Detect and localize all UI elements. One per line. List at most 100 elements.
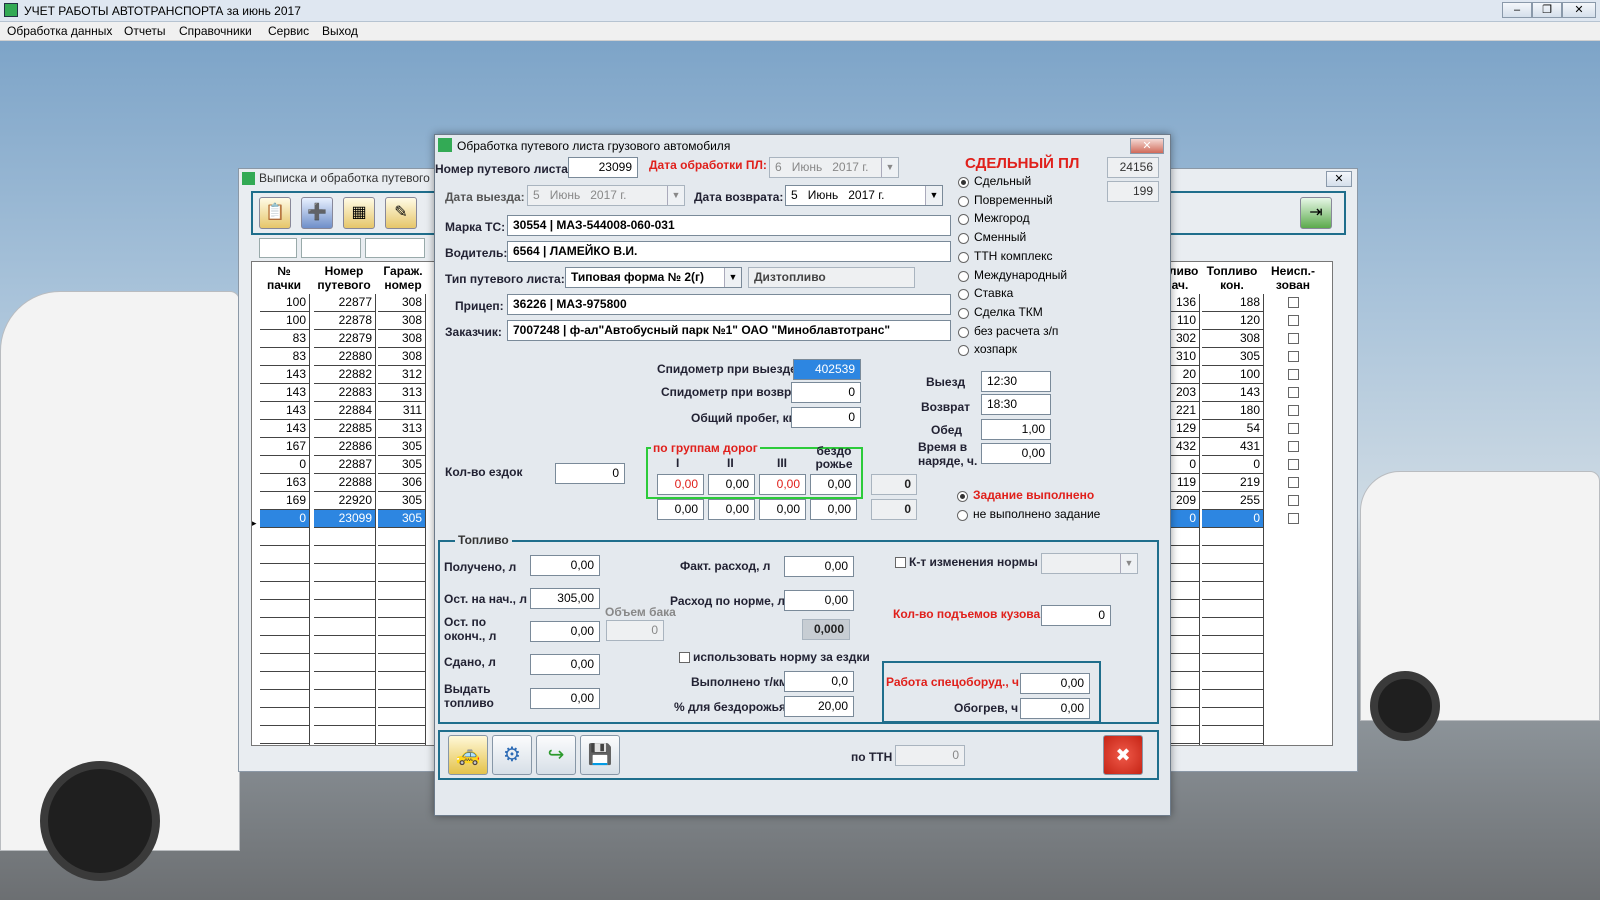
table-cell-gar[interactable]: 305 bbox=[378, 456, 426, 474]
norm-consumption-field[interactable]: 0,00 bbox=[784, 590, 854, 611]
unused-checkbox[interactable] bbox=[1288, 387, 1299, 398]
table-cell-num[interactable]: 22885 bbox=[314, 420, 376, 438]
table-cell-pack[interactable]: 143 bbox=[260, 366, 310, 384]
table-cell-fe[interactable]: 0 bbox=[1202, 510, 1264, 528]
road2-g4-field[interactable]: 0,00 bbox=[810, 499, 857, 520]
cancel-close-icon[interactable]: ✖ bbox=[1103, 735, 1143, 775]
table-cell-pack[interactable]: 83 bbox=[260, 348, 310, 366]
table-cell-gar[interactable]: 313 bbox=[378, 420, 426, 438]
table-cell-fe[interactable]: 305 bbox=[1202, 348, 1264, 366]
pay-type-radio[interactable] bbox=[958, 214, 969, 226]
save-icon[interactable]: 💾 bbox=[580, 735, 620, 775]
task-done-radio[interactable] bbox=[957, 491, 968, 502]
table-cell-fe[interactable]: 255 bbox=[1202, 492, 1264, 510]
table-cell-num[interactable]: 22884 bbox=[314, 402, 376, 420]
add-record-icon[interactable]: ➕ bbox=[301, 197, 333, 229]
table-cell-pack[interactable]: 83 bbox=[260, 330, 310, 348]
body-lifts-field[interactable]: 0 bbox=[1041, 605, 1111, 626]
menu-reports[interactable]: Отчеты bbox=[124, 24, 165, 38]
out-time-field[interactable]: 12:30 bbox=[981, 371, 1051, 392]
menu-exit[interactable]: Выход bbox=[322, 24, 358, 38]
table-cell-num[interactable]: 23099 bbox=[314, 510, 376, 528]
unused-checkbox[interactable] bbox=[1288, 315, 1299, 326]
unused-checkbox[interactable] bbox=[1288, 333, 1299, 344]
proc-date-field[interactable]: 6 Июнь 2017 г. ▼ bbox=[769, 157, 899, 178]
pay-type-radio[interactable] bbox=[958, 177, 969, 188]
menu-data-processing[interactable]: Обработка данных bbox=[7, 24, 112, 38]
table-cell-gar[interactable]: 313 bbox=[378, 384, 426, 402]
unused-checkbox[interactable] bbox=[1288, 477, 1299, 488]
clipboard-add-icon[interactable]: 📋 bbox=[259, 197, 291, 229]
table-cell-fe[interactable]: 120 bbox=[1202, 312, 1264, 330]
unused-checkbox[interactable] bbox=[1288, 405, 1299, 416]
table-cell-num[interactable]: 22886 bbox=[314, 438, 376, 456]
table-cell-fe[interactable]: 431 bbox=[1202, 438, 1264, 456]
filter-field[interactable] bbox=[301, 238, 361, 258]
table-cell-pack[interactable]: 143 bbox=[260, 420, 310, 438]
return-arrow-icon[interactable]: ↪ bbox=[536, 735, 576, 775]
table-cell-pack[interactable]: 100 bbox=[260, 312, 310, 330]
unused-checkbox[interactable] bbox=[1288, 351, 1299, 362]
table-cell-gar[interactable]: 308 bbox=[378, 312, 426, 330]
unused-checkbox[interactable] bbox=[1288, 495, 1299, 506]
table-cell-gar[interactable]: 308 bbox=[378, 330, 426, 348]
speedo-ret-field[interactable]: 0 bbox=[791, 382, 861, 403]
taxi-icon[interactable]: 🚕 bbox=[448, 735, 488, 775]
road2-g2-field[interactable]: 0,00 bbox=[708, 499, 755, 520]
table-cell-fe[interactable]: 219 bbox=[1202, 474, 1264, 492]
chevron-down-icon[interactable]: ▼ bbox=[1120, 554, 1137, 573]
actual-consumption-field[interactable]: 0,00 bbox=[784, 556, 854, 577]
unused-checkbox[interactable] bbox=[1288, 423, 1299, 434]
vehicle-field[interactable]: 30554 | МАЗ-544008-060-031 bbox=[507, 215, 951, 236]
close-list-button[interactable]: ✕ bbox=[1326, 171, 1352, 187]
issue-fuel-field[interactable]: 0,00 bbox=[530, 688, 600, 709]
chevron-down-icon[interactable]: ▼ bbox=[881, 158, 898, 177]
table-cell-fe[interactable]: 180 bbox=[1202, 402, 1264, 420]
pay-type-radio[interactable] bbox=[958, 307, 969, 319]
table-cell-num[interactable]: 22920 bbox=[314, 492, 376, 510]
special-equipment-field[interactable]: 0,00 bbox=[1020, 673, 1090, 694]
waybill-num-field[interactable]: 23099 bbox=[568, 157, 638, 178]
table-cell-num[interactable]: 22888 bbox=[314, 474, 376, 492]
edit-icon[interactable]: ✎ bbox=[385, 197, 417, 229]
start-fuel-field[interactable]: 305,00 bbox=[530, 588, 600, 609]
table-cell-gar[interactable]: 306 bbox=[378, 474, 426, 492]
trailer-field[interactable]: 36226 | МАЗ-975800 bbox=[507, 294, 951, 315]
table-cell-fe[interactable]: 188 bbox=[1202, 294, 1264, 312]
pay-type-radio[interactable] bbox=[958, 289, 969, 301]
close-dialog-button[interactable]: ✕ bbox=[1130, 138, 1164, 154]
ret-date-field[interactable]: 5 Июнь 2017 г. ▼ bbox=[785, 185, 943, 206]
table-cell-num[interactable]: 22878 bbox=[314, 312, 376, 330]
road2-g1-field[interactable]: 0,00 bbox=[657, 499, 704, 520]
filter-field[interactable] bbox=[365, 238, 425, 258]
table-cell-pack[interactable]: 143 bbox=[260, 384, 310, 402]
pay-type-radio[interactable] bbox=[958, 270, 969, 282]
table-cell-fe[interactable]: 143 bbox=[1202, 384, 1264, 402]
road2-g3-field[interactable]: 0,00 bbox=[759, 499, 806, 520]
table-cell-fe[interactable]: 100 bbox=[1202, 366, 1264, 384]
received-field[interactable]: 0,00 bbox=[530, 555, 600, 576]
table-cell-gar[interactable]: 312 bbox=[378, 366, 426, 384]
unused-checkbox[interactable] bbox=[1288, 369, 1299, 380]
road-g2-field[interactable]: 0,00 bbox=[708, 474, 755, 495]
table-cell-num[interactable]: 22879 bbox=[314, 330, 376, 348]
menu-service[interactable]: Сервис bbox=[268, 24, 309, 38]
table-cell-num[interactable]: 22883 bbox=[314, 384, 376, 402]
offroad-pct-field[interactable]: 20,00 bbox=[784, 696, 854, 717]
boxes-icon[interactable]: ▦ bbox=[343, 197, 375, 229]
chevron-down-icon[interactable]: ▼ bbox=[724, 268, 741, 287]
norm-coef-checkbox[interactable] bbox=[895, 557, 906, 568]
table-cell-num[interactable]: 22880 bbox=[314, 348, 376, 366]
table-cell-gar[interactable]: 305 bbox=[378, 510, 426, 528]
road-g3-field[interactable]: 0,00 bbox=[759, 474, 806, 495]
out-date-field[interactable]: 5 Июнь 2017 г. ▼ bbox=[527, 185, 685, 206]
waybill-type-select[interactable]: Типовая форма № 2(г) ▼ bbox=[565, 267, 742, 288]
unused-checkbox[interactable] bbox=[1288, 459, 1299, 470]
pay-type-radio[interactable] bbox=[958, 233, 969, 245]
table-cell-pack[interactable]: 167 bbox=[260, 438, 310, 456]
road-g1-field[interactable]: 0,00 bbox=[657, 474, 704, 495]
task-not-done-radio[interactable] bbox=[957, 510, 968, 521]
gear-icon[interactable]: ⚙ bbox=[492, 735, 532, 775]
ret-time-field[interactable]: 18:30 bbox=[981, 394, 1051, 415]
table-cell-num[interactable]: 22877 bbox=[314, 294, 376, 312]
